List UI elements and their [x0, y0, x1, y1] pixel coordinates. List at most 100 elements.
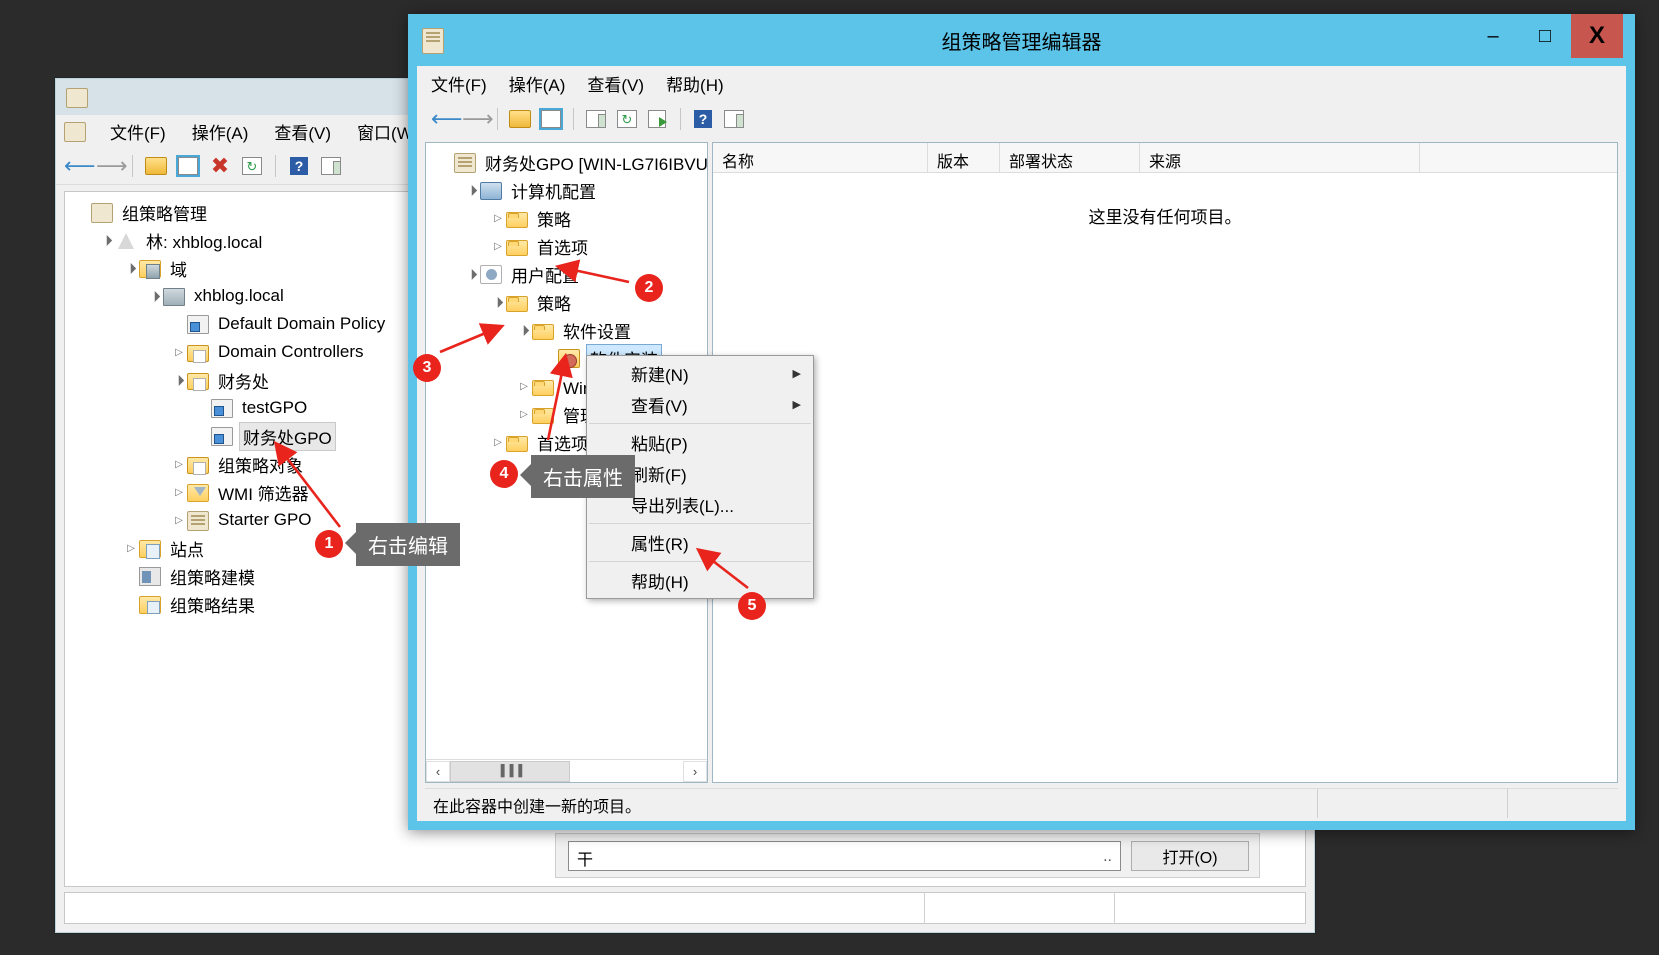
gpm-window-icon [66, 87, 88, 108]
show-pane-icon[interactable] [721, 106, 747, 132]
chevron-down-icon[interactable] [516, 325, 532, 336]
back-arrow-icon[interactable]: ⟵ [64, 153, 96, 179]
show-pane-icon[interactable] [318, 153, 344, 179]
chevron-down-icon[interactable] [123, 263, 139, 274]
toolbar-separator-2 [275, 154, 276, 177]
context-menu-item-label: 属性(R) [631, 535, 689, 554]
tree-item[interactable]: 计算机配置 [432, 176, 707, 204]
annotation-badge-2: 2 [635, 274, 663, 302]
help-icon[interactable]: ? [690, 106, 716, 132]
close-button[interactable]: X [1571, 14, 1623, 58]
tree-item-label: 策略 [537, 294, 571, 314]
properties-icon[interactable] [583, 106, 609, 132]
context-menu-item[interactable]: 粘贴(P) [587, 427, 813, 458]
tree-item[interactable]: 首选项 [432, 232, 707, 260]
minimize-button[interactable]: – [1467, 14, 1519, 58]
tree-item[interactable]: 用户配置 [432, 260, 707, 288]
editor-menu-file[interactable]: 文件(F) [431, 71, 487, 96]
model-icon [139, 567, 161, 586]
gpo-icon [187, 315, 209, 334]
editor-toolbar[interactable]: ⟵ ⟶ ↻ ? [417, 100, 1626, 138]
hscroll-track[interactable]: ▐▐▐ [450, 760, 683, 782]
chevron-right-icon[interactable] [171, 459, 187, 470]
chevron-right-icon[interactable] [171, 347, 187, 358]
hscroll-left-button[interactable]: ‹ [426, 760, 450, 782]
chevron-right-icon[interactable] [490, 241, 506, 252]
list-column-header[interactable]: 来源 [1140, 143, 1420, 172]
chevron-right-icon[interactable] [123, 543, 139, 554]
hscroll-thumb[interactable]: ▐▐▐ [450, 760, 570, 782]
tree-item-label: testGPO [242, 398, 308, 417]
tree-item-label: Default Domain Policy [218, 314, 386, 333]
delete-icon[interactable]: ✖ [207, 153, 233, 179]
tree-item[interactable]: 策略 [432, 288, 707, 316]
refresh-icon[interactable]: ↻ [614, 106, 640, 132]
editor-list-pane[interactable]: 名称 版本 部署状态 来源 这里没有任何项目。 [712, 142, 1618, 783]
tree-item[interactable]: 策略 [432, 204, 707, 232]
editor-window-icon [422, 27, 444, 54]
help-icon[interactable]: ? [286, 153, 312, 179]
chevron-right-icon[interactable] [516, 409, 532, 420]
hscroll-right-button[interactable]: › [683, 760, 707, 782]
chevron-down-icon[interactable] [99, 235, 115, 246]
context-menu-item[interactable]: 新建(N) ▶ [587, 358, 813, 389]
forward-arrow-icon[interactable]: ⟶ [462, 106, 494, 132]
forward-arrow-icon[interactable]: ⟶ [96, 153, 128, 179]
file-name-dots: .. [1103, 848, 1112, 865]
export-list-icon[interactable] [645, 106, 671, 132]
list-column-header[interactable]: 版本 [928, 143, 1000, 172]
domains-icon [139, 260, 161, 279]
folder-doc-icon [187, 372, 209, 391]
editor-menubar[interactable]: 文件(F) 操作(A) 查看(V) 帮助(H) [417, 66, 1626, 100]
up-folder-icon[interactable] [143, 153, 169, 179]
chevron-right-icon[interactable] [490, 437, 506, 448]
tree-item[interactable]: 财务处GPO [WIN-LG7I6IBVUI [432, 148, 707, 176]
gpm-menu-action[interactable]: 操作(A) [188, 117, 253, 146]
chevron-right-icon[interactable] [490, 213, 506, 224]
tree-item[interactable]: 软件设置 [432, 316, 707, 344]
list-column-header[interactable]: 部署状态 [1000, 143, 1140, 172]
chevron-right-icon[interactable] [516, 381, 532, 392]
tree-item-label: 组策略建模 [170, 568, 255, 588]
show-hide-tree-icon[interactable] [538, 106, 564, 132]
open-file-dialog-partial[interactable]: 干 .. 打开(O) [555, 833, 1260, 878]
refresh-icon[interactable]: ↻ [239, 153, 265, 179]
chevron-down-icon[interactable] [171, 375, 187, 386]
editor-menu-view[interactable]: 查看(V) [587, 71, 644, 96]
maximize-button[interactable]: □ [1519, 14, 1571, 58]
chevron-down-icon[interactable] [147, 291, 163, 302]
folder-icon [532, 323, 554, 340]
tree-item-label: 财务处GPO [WIN-LG7I6IBVUI [485, 154, 707, 174]
tree-item-label: 策略 [537, 210, 571, 230]
up-folder-icon[interactable] [507, 106, 533, 132]
context-menu-item[interactable]: 属性(R) [587, 527, 813, 558]
open-button[interactable]: 打开(O) [1131, 841, 1249, 871]
toolbar-separator [497, 108, 498, 130]
folder-doc-icon [187, 344, 209, 363]
tree-item-label: 组策略结果 [170, 596, 255, 616]
gpm-menu-file[interactable]: 文件(F) [106, 117, 170, 146]
gpm-menu-view[interactable]: 查看(V) [270, 117, 335, 146]
editor-menu-help[interactable]: 帮助(H) [666, 71, 724, 96]
file-name-input[interactable]: 干 .. [568, 841, 1121, 871]
back-arrow-icon[interactable]: ⟵ [431, 106, 463, 132]
chevron-right-icon[interactable] [171, 487, 187, 498]
context-menu-item[interactable]: 查看(V) ▶ [587, 389, 813, 420]
chevron-down-icon[interactable] [464, 269, 480, 280]
editor-menu-action[interactable]: 操作(A) [509, 71, 566, 96]
window-controls[interactable]: – □ X [1467, 14, 1623, 58]
show-hide-tree-icon[interactable] [175, 153, 201, 179]
chevron-down-icon[interactable] [464, 185, 480, 196]
list-column-headers[interactable]: 名称 版本 部署状态 来源 [713, 143, 1617, 173]
editor-titlebar[interactable]: 组策略管理编辑器 – □ X [408, 14, 1635, 66]
open-dialog-row[interactable]: 干 .. 打开(O) [568, 840, 1249, 872]
chevron-right-icon[interactable] [171, 515, 187, 526]
editor-tree-hscrollbar[interactable]: ‹ ▐▐▐ › [426, 759, 707, 782]
toolbar-separator [132, 154, 133, 177]
folder-doc-icon [187, 456, 209, 475]
list-column-header[interactable]: 名称 [713, 143, 928, 172]
list-column-header-filler [1420, 143, 1617, 172]
chevron-down-icon[interactable] [490, 297, 506, 308]
context-menu-item[interactable]: 帮助(H) [587, 565, 813, 596]
gpo-icon [211, 427, 233, 446]
